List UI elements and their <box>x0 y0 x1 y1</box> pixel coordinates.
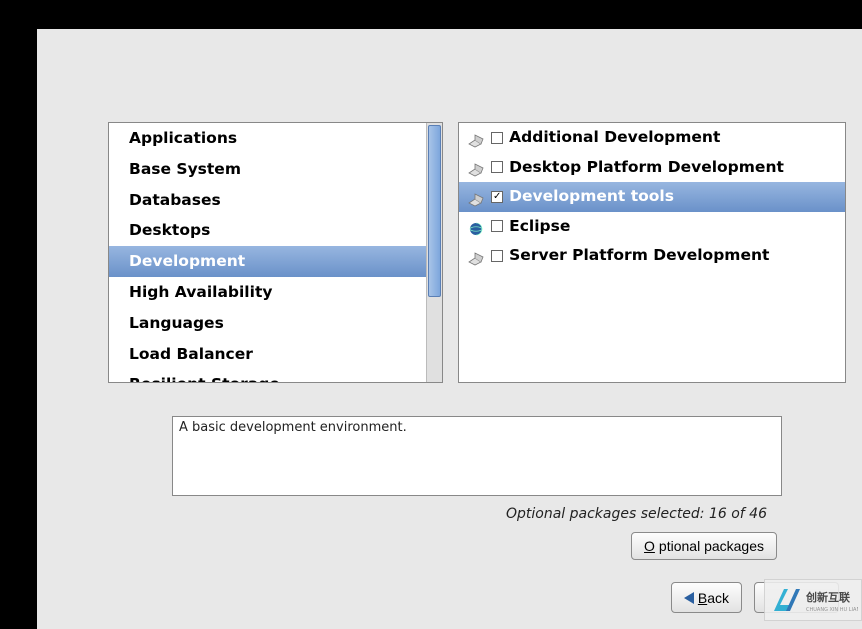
package-checkbox[interactable] <box>491 220 503 232</box>
package-checkbox[interactable] <box>491 132 503 144</box>
package-icon <box>467 249 485 263</box>
package-listbox[interactable]: Additional Development Desktop Platform … <box>459 123 845 382</box>
category-item-desktops[interactable]: Desktops <box>109 215 426 246</box>
optional-mnemonic: O <box>644 538 655 554</box>
category-item-languages[interactable]: Languages <box>109 308 426 339</box>
globe-icon <box>467 219 485 233</box>
package-label: Desktop Platform Development <box>509 155 784 181</box>
package-label: Server Platform Development <box>509 243 769 269</box>
optional-count-label: Optional packages selected: 16 of 46 <box>37 506 767 522</box>
package-icon <box>467 190 485 204</box>
category-panel: Applications Base System Databases Deskt… <box>108 122 443 383</box>
svg-text:CHUANG XIN HU LIAN: CHUANG XIN HU LIAN <box>806 607 858 613</box>
back-mnemonic: B <box>698 590 707 606</box>
installer-page: Applications Base System Databases Deskt… <box>37 29 862 629</box>
optional-button-row: Optional packages <box>37 532 777 560</box>
category-item-load-balancer[interactable]: Load Balancer <box>109 339 426 370</box>
package-item-additional-development[interactable]: Additional Development <box>459 123 845 153</box>
category-item-base-system[interactable]: Base System <box>109 154 426 185</box>
optional-packages-button[interactable]: Optional packages <box>631 532 777 560</box>
back-button[interactable]: Back <box>671 582 742 613</box>
arrow-left-icon <box>684 592 694 604</box>
package-checkbox[interactable] <box>491 161 503 173</box>
package-item-eclipse[interactable]: Eclipse <box>459 212 845 242</box>
category-item-high-availability[interactable]: High Availability <box>109 277 426 308</box>
package-panel: Additional Development Desktop Platform … <box>458 122 846 383</box>
svg-text:创新互联: 创新互联 <box>805 590 850 604</box>
package-label: Eclipse <box>509 214 570 240</box>
category-item-resilient-storage[interactable]: Resilient Storage <box>109 369 426 382</box>
category-item-databases[interactable]: Databases <box>109 185 426 216</box>
description-box: A basic development environment. <box>172 416 782 496</box>
selection-panels: Applications Base System Databases Deskt… <box>108 122 846 383</box>
package-checkbox[interactable]: ✓ <box>491 191 503 203</box>
package-label: Development tools <box>509 184 674 210</box>
category-listbox[interactable]: Applications Base System Databases Deskt… <box>109 123 426 382</box>
package-icon <box>467 131 485 145</box>
package-item-development-tools[interactable]: ✓ Development tools <box>459 182 845 212</box>
category-item-applications[interactable]: Applications <box>109 123 426 154</box>
category-item-development[interactable]: Development <box>109 246 426 277</box>
package-item-server-platform-dev[interactable]: Server Platform Development <box>459 241 845 271</box>
package-label: Additional Development <box>509 125 720 151</box>
optional-label-rest: ptional packages <box>659 538 764 554</box>
back-label-rest: ack <box>707 590 729 606</box>
package-checkbox[interactable] <box>491 250 503 262</box>
category-scrollbar[interactable] <box>426 123 442 382</box>
watermark-badge: 创新互联 CHUANG XIN HU LIAN <box>764 579 862 621</box>
scrollbar-thumb[interactable] <box>428 125 441 297</box>
package-item-desktop-platform-dev[interactable]: Desktop Platform Development <box>459 153 845 183</box>
package-icon <box>467 160 485 174</box>
